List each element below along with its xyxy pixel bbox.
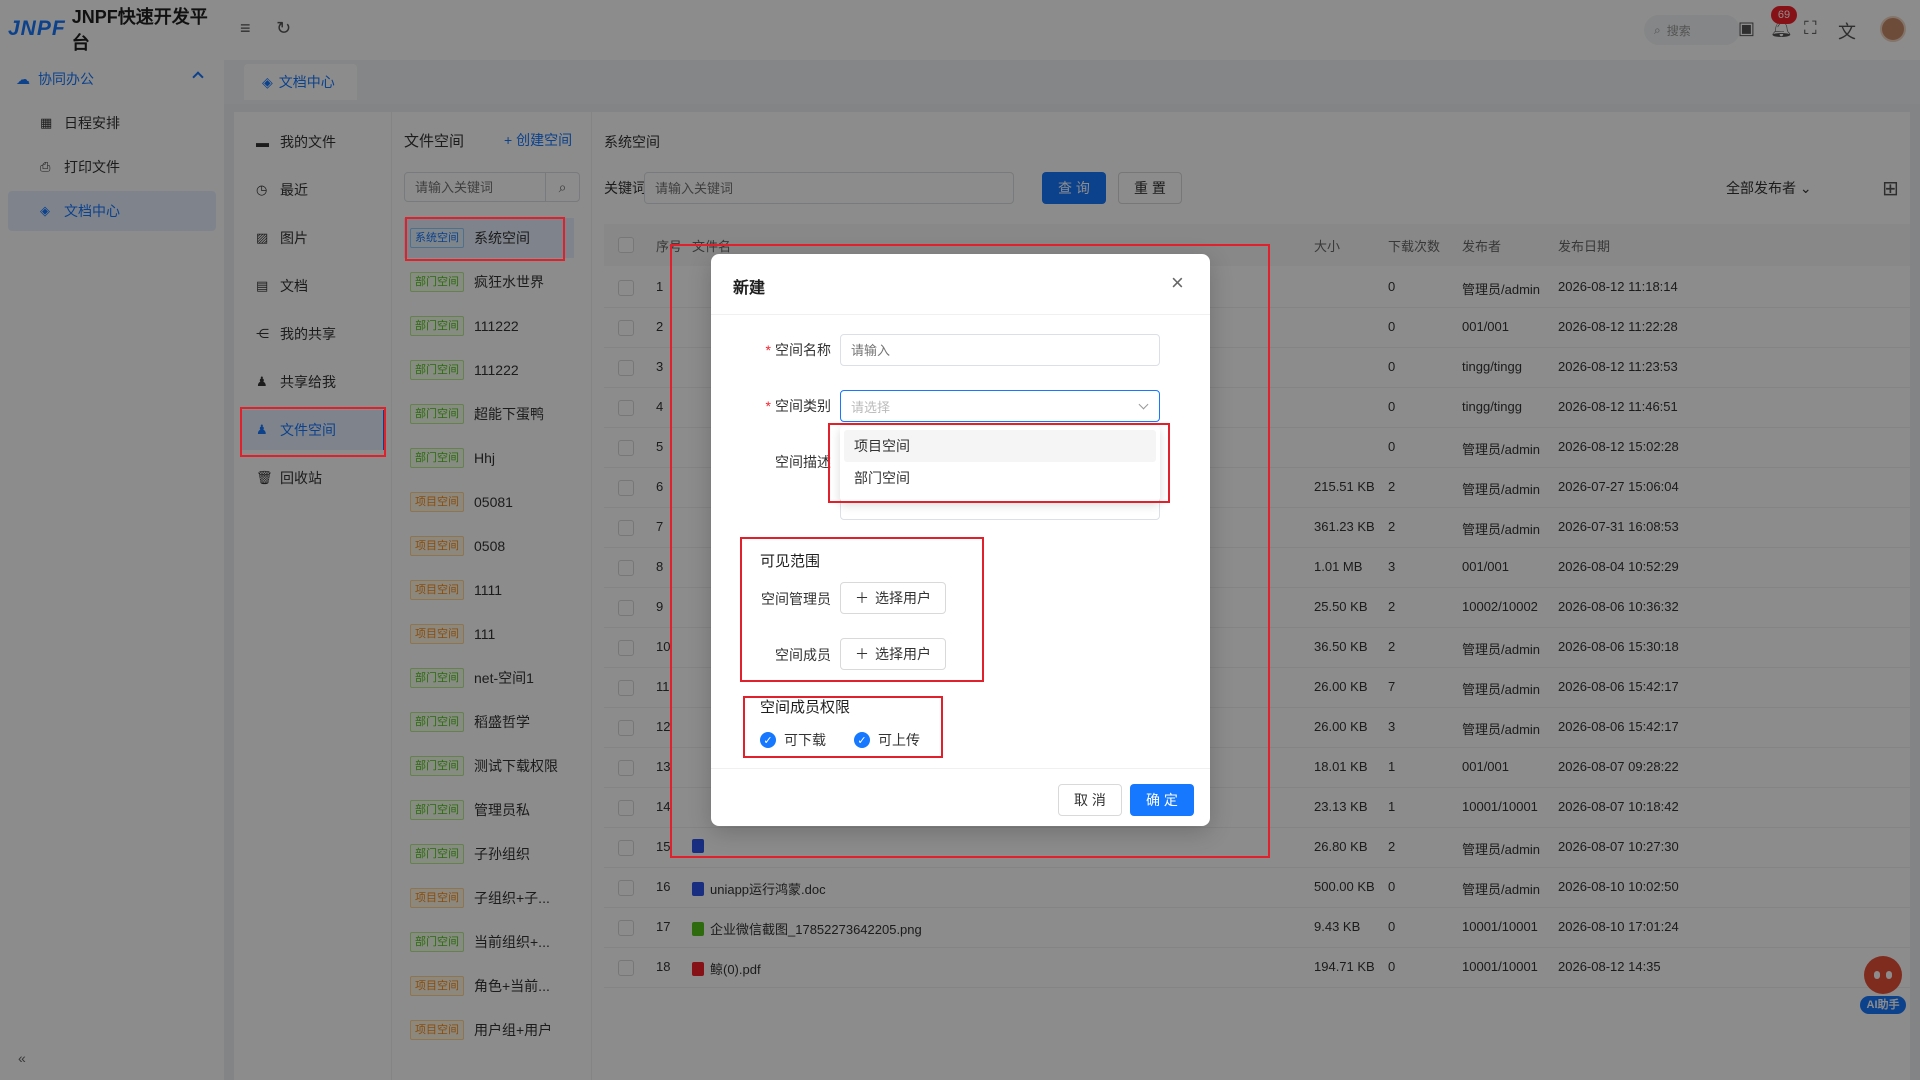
annotation-box-visibility [740,537,984,682]
annotation-box-type-dropdown [828,423,1170,503]
annotation-box-permissions [743,696,943,758]
annotation-box-file-space [240,407,386,457]
annotation-box-system-space [405,217,565,261]
